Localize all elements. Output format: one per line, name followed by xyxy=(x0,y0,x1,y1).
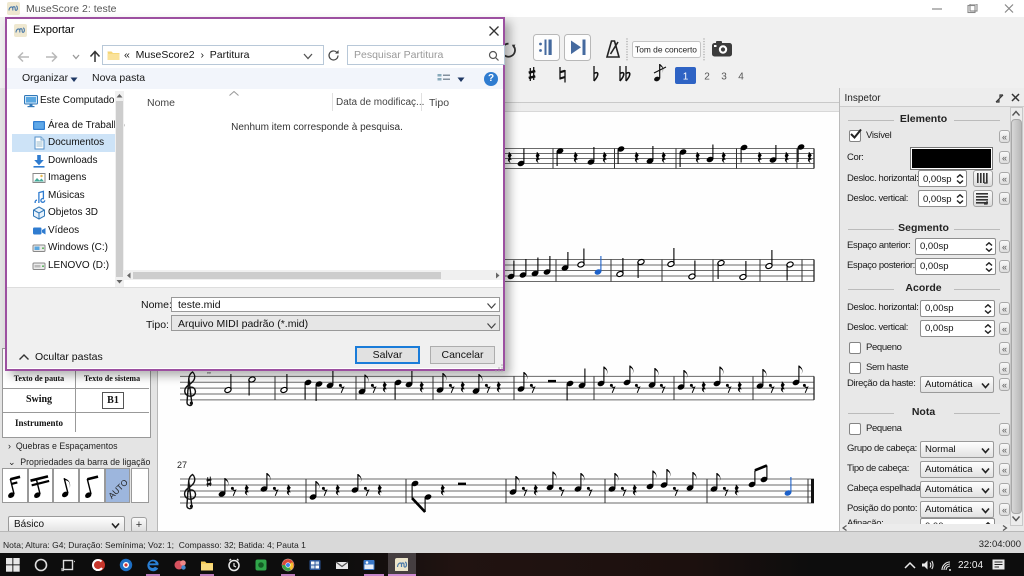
svg-text:3: 3 xyxy=(721,72,727,83)
svg-text:Tom de concerto: Tom de concerto xyxy=(635,45,697,55)
svg-text:4: 4 xyxy=(738,72,744,83)
svg-text:27: 27 xyxy=(177,460,187,470)
svg-text:1: 1 xyxy=(683,72,689,83)
svg-text:2: 2 xyxy=(704,72,710,83)
